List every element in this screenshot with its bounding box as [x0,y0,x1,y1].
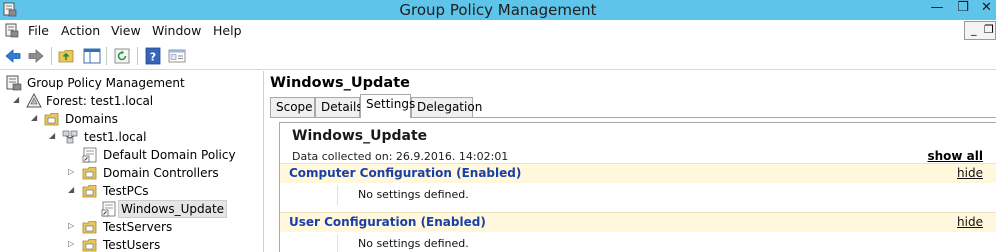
tab-details[interactable]: Details [315,97,363,117]
pane-title: Windows_Update [270,75,410,91]
tree-item-label: test1.local [84,130,147,144]
tree-item-gpm-root[interactable]: Group Policy Management [0,74,264,92]
section-body-user: No settings defined. [337,234,996,252]
properties-icon[interactable] [168,47,186,65]
toolbar-separator [106,47,107,65]
report-date: Data collected on: 26.9.2016. 14:02:01 [292,150,509,163]
details-pane: Windows_Update Scope Details Settings De… [265,71,996,252]
refresh-icon[interactable] [113,47,131,65]
show-all-link[interactable]: show all [927,149,983,163]
collapse-arrow-icon[interactable]: ◢ [68,186,76,194]
tree-item-domain-test1[interactable]: ◢ test1.local [0,128,264,146]
menu-file[interactable]: File [28,23,49,38]
forest-icon [26,93,42,108]
tree-item-label: TestUsers [103,238,161,252]
settings-report[interactable]: Windows_Update Data collected on: 26.9.2… [279,122,996,252]
section-label[interactable]: User Configuration (Enabled) [289,215,486,229]
help-icon[interactable]: ? [144,47,162,65]
domain-icon [62,130,78,144]
system-menu-icon[interactable] [5,23,19,38]
section-body-computer: No settings defined. [337,185,996,205]
mdi-restore-button[interactable]: ❐ [984,23,994,36]
tree-item-windows-update[interactable]: Windows_Update [0,200,264,218]
toolbar: ? [0,42,996,70]
expand-arrow-icon[interactable]: ▷ [68,222,76,230]
tree-item-label: Domain Controllers [103,166,219,180]
console-tree[interactable]: Group Policy Management ◢ Forest: test1.… [0,71,264,252]
maximize-button[interactable]: ❐ [950,0,976,18]
expand-arrow-icon[interactable]: ▷ [68,240,76,248]
toolbar-separator [137,47,138,65]
title-bar[interactable]: Group Policy Management — ❐ ✕ [0,0,996,20]
report-title: Windows_Update [292,128,428,144]
tree-item-label: TestPCs [103,184,149,198]
no-settings-text: No settings defined. [358,237,469,250]
ou-folder-icon [82,185,97,198]
tab-scope[interactable]: Scope [270,97,315,117]
hide-link[interactable]: hide [957,166,983,180]
menu-help[interactable]: Help [213,23,242,38]
tree-item-forest[interactable]: ◢ Forest: test1.local [0,92,264,110]
section-label[interactable]: Computer Configuration (Enabled) [289,166,521,180]
tree-item-testservers[interactable]: ▷ TestServers [0,218,264,236]
tab-settings[interactable]: Settings [360,94,415,118]
tree-item-testusers[interactable]: ▷ TestUsers [0,236,264,252]
no-settings-text: No settings defined. [358,188,469,201]
section-header-computer: Computer Configuration (Enabled) hide [280,163,996,183]
ou-folder-icon [82,239,97,252]
tree-item-label: Windows_Update [118,200,228,218]
gpo-link-icon [82,147,97,163]
ou-folder-icon [82,221,97,234]
tree-item-testpcs[interactable]: ◢ TestPCs [0,182,264,200]
menu-bar: File Action View Window Help [0,20,996,42]
collapse-arrow-icon[interactable]: ◢ [13,96,21,104]
up-folder-icon[interactable] [58,47,76,65]
tree-item-label: Default Domain Policy [103,148,236,162]
collapse-arrow-icon[interactable]: ◢ [49,132,57,140]
menu-action[interactable]: Action [61,23,100,38]
tree-item-label: TestServers [103,220,173,234]
tree-item-domains[interactable]: ◢ Domains [0,110,264,128]
svg-text:?: ? [150,51,156,64]
toolbar-separator [51,47,52,65]
gpo-link-icon [101,201,116,217]
folder-icon [44,113,59,126]
tab-delegation[interactable]: Delegation [411,97,482,117]
tree-item-label: Group Policy Management [27,76,185,90]
back-arrow-icon[interactable] [4,47,22,65]
menu-window[interactable]: Window [152,23,201,38]
collapse-arrow-icon[interactable]: ◢ [31,114,39,122]
forward-arrow-icon[interactable] [27,47,45,65]
mdi-child-controls: _ ❐ [964,21,996,40]
tree-item-label: Domains [65,112,118,126]
tree-item-default-domain-policy[interactable]: Default Domain Policy [0,146,264,164]
close-button[interactable]: ✕ [977,0,996,18]
gpmc-node-icon [6,75,22,91]
section-header-user: User Configuration (Enabled) hide [280,212,996,232]
ou-folder-icon [82,167,97,180]
show-hide-tree-icon[interactable] [83,47,101,65]
window-title: Group Policy Management [399,1,597,19]
menu-view[interactable]: View [111,23,141,38]
minimize-button[interactable]: — [924,0,950,18]
expand-arrow-icon[interactable]: ▷ [68,168,76,176]
tree-item-domain-controllers[interactable]: ▷ Domain Controllers [0,164,264,182]
tree-item-label: Forest: test1.local [46,94,154,108]
mdi-minimize-button[interactable]: _ [971,23,977,36]
hide-link[interactable]: hide [957,215,983,229]
